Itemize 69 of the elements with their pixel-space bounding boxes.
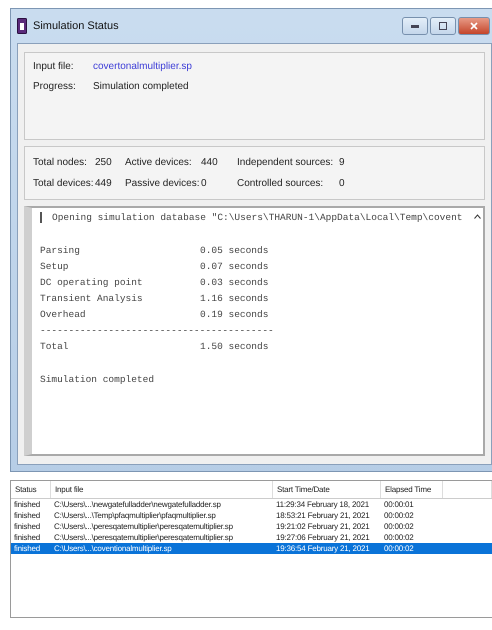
timing-label: Overhead	[40, 309, 87, 320]
stat-label: Independent sources:	[237, 157, 334, 168]
table-cell-text: C:\Users\...\peresqatemultiplier\peresqatemultiplier.sp	[53, 533, 234, 542]
stat-label: Passive devices:	[125, 178, 200, 189]
table-cell-text: finished	[13, 511, 41, 520]
table-cell-text: 11:29:34 February 18, 2021	[275, 500, 370, 509]
timing-value: 0.03 seconds	[200, 277, 270, 288]
app-icon	[17, 18, 27, 34]
log-line: Simulation completed	[40, 374, 156, 385]
stat-value: 250	[95, 157, 113, 168]
timing-value: 0.19 seconds	[200, 309, 270, 320]
stat-label: Total nodes:	[33, 157, 88, 168]
timing-value: 0.07 seconds	[200, 261, 270, 272]
table-row[interactable]: finished C:\Users\...\Temp\pfaqmultiplier\pfaqmultiplier.sp 18:53:21 February 21, 2021 00:00:02	[11, 510, 492, 521]
scroll-up-icon[interactable]	[474, 214, 481, 219]
table-cell-text: C:\Users\...\Temp\pfaqmultiplier\pfaqmultiplier.sp	[53, 511, 217, 520]
stat-label: Controlled sources:	[237, 178, 324, 189]
window-title: Simulation Status	[33, 20, 119, 32]
table-cell-text: 00:00:02	[383, 544, 415, 553]
stat-value: 9	[339, 157, 346, 168]
timing-label: DC operating point	[40, 277, 144, 288]
timing-label: Parsing	[40, 245, 81, 256]
stat-label: Total devices:	[33, 178, 95, 189]
field-label: Input file:	[33, 61, 75, 72]
table-row[interactable]: finished C:\Users\...\peresqatemultiplier\peresqatemultiplier.sp 19:21:02 February 21, 2021 00:00:02	[11, 521, 492, 532]
table-row[interactable]: finished C:\Users\...\newgatefulladder\newgatefulladder.sp 11:29:34 February 18, 2021 00:00:01	[11, 499, 492, 510]
table-cell-text: C:\Users\...\newgatefulladder\newgatefulladder.sp	[53, 500, 222, 509]
table-cell-text: finished	[13, 500, 41, 509]
table-cell-text: C:\Users\...\coventionalmultiplier.sp	[53, 544, 173, 553]
table-cell-text: C:\Users\...\peresqatemultiplier\peresqatemultiplier.sp	[53, 522, 234, 531]
column-header[interactable]: Status	[11, 481, 51, 498]
stat-value: 0	[339, 178, 346, 189]
field-label: Progress:	[33, 81, 77, 92]
table-cell-text: 00:00:02	[383, 533, 415, 542]
table-cell-text: 18:53:21 February 21, 2021	[275, 511, 371, 520]
close-icon	[470, 22, 478, 30]
stat-value: 440	[201, 157, 219, 168]
table-cell-text: finished	[13, 522, 41, 531]
table-cell-text: 19:36:54 February 21, 2021	[275, 544, 371, 553]
minimize-button[interactable]	[402, 17, 428, 35]
minimize-icon	[411, 24, 419, 28]
log-line: Opening simulation database "C:\Users\THARUN-1\AppData\Local\Temp\covent	[40, 212, 475, 223]
maximize-icon	[439, 22, 447, 30]
table-cell-text: 19:27:06 February 21, 2021	[275, 533, 371, 542]
timing-value: 1.50 seconds	[200, 341, 270, 352]
input-file-value: covertonalmultiplier.sp	[93, 61, 192, 72]
table-cell-text: 00:00:02	[383, 511, 415, 520]
stat-label: Active devices:	[125, 157, 193, 168]
table-cell-text: 00:00:01	[383, 500, 415, 509]
timing-value: 0.05 seconds	[200, 245, 270, 256]
table-row[interactable]: finished C:\Users\...\coventionalmultiplier.sp 19:36:54 February 21, 2021 00:00:02	[11, 543, 492, 554]
column-header[interactable]: Elapsed Time	[381, 481, 443, 498]
table-cell-text: finished	[13, 533, 41, 542]
log-line: -----------------------------------------	[40, 325, 275, 336]
column-header[interactable]: Start Time/Date	[273, 481, 381, 498]
column-header[interactable]: Input file	[51, 481, 273, 498]
close-button[interactable]	[458, 17, 490, 35]
table-cell-text: finished	[13, 544, 41, 553]
table-row[interactable]: finished C:\Users\...\peresqatemultiplier\peresqatemultiplier.sp 19:27:06 February 21, 2021 00:00:02	[11, 532, 492, 543]
stat-value: 449	[95, 178, 113, 189]
stat-value: 0	[201, 178, 208, 189]
progress-value: Simulation completed	[93, 81, 189, 92]
timing-value: 1.16 seconds	[200, 293, 270, 304]
maximize-button[interactable]	[430, 17, 456, 35]
table-cell-text: 19:21:02 February 21, 2021	[275, 522, 371, 531]
timing-label: Transient Analysis	[40, 293, 144, 304]
timing-label: Total	[40, 341, 70, 352]
timing-label: Setup	[40, 261, 70, 272]
table-cell-text: 00:00:02	[383, 522, 415, 531]
